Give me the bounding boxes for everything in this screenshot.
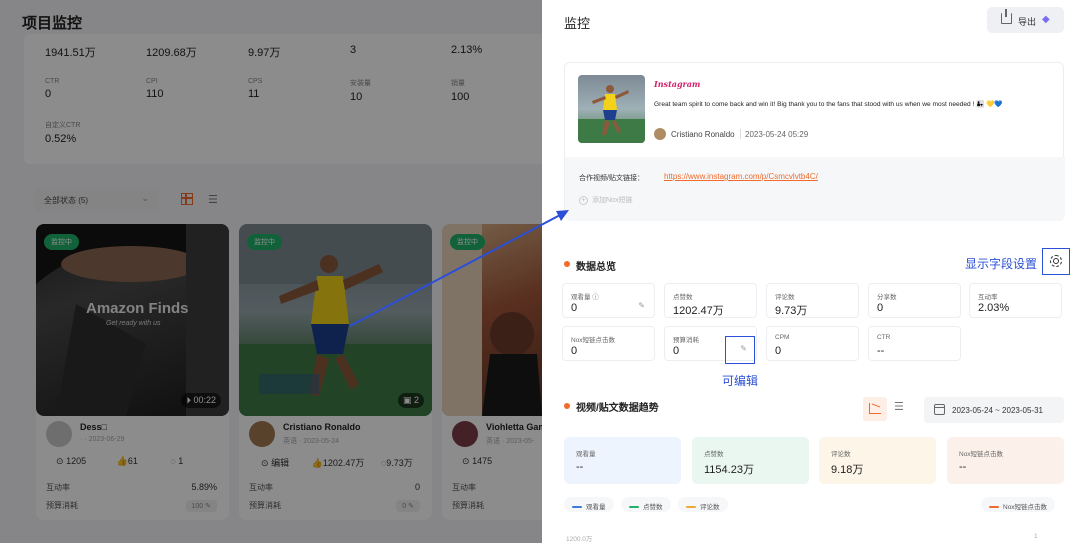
section-dot [564,261,570,267]
trend-metric-card[interactable]: 点赞数 1154.23万 [692,437,809,484]
trend-metric-card[interactable]: 观看量 -- [564,437,681,484]
metric-value: 1202.47万 [673,305,724,317]
monitor-drawer: 监控 导出 ◆ Instagram Great team spirit to c… [542,0,1080,543]
trend-value: 1154.23万 [704,464,754,476]
line-chart-icon [869,403,881,414]
metric-card: 评论数 9.73万 [766,283,859,318]
chart-view-button[interactable] [863,397,887,421]
legend-label: Nox短链点击数 [1003,504,1048,511]
metric-label: 观看量 ⓘ [571,294,599,301]
trend-metric-card[interactable]: Nox短链点击数 -- [947,437,1064,484]
add-nox-link-button[interactable]: + 添加Nox短链 [579,195,632,205]
legend-swatch [686,506,696,509]
pencil-icon[interactable]: ✎ [638,301,645,310]
trend-label: Nox短链点击数 [959,451,1004,458]
y-axis-right-label: 1 [1034,533,1038,540]
list-view-icon[interactable]: ☰ [894,400,904,413]
post-caption: Great team spirit to come back and win i… [654,101,1003,108]
legend-views[interactable]: 观看量 [564,497,614,512]
date-range-picker[interactable]: 2023-05-24 ~ 2023-05-31 [924,397,1064,423]
metric-label: CPM [775,334,790,341]
avatar [654,128,666,140]
legend-label: 点赞数 [643,504,663,511]
metric-label: 互动率 [978,294,998,301]
metric-label: 预算消耗 [673,337,699,344]
post-link-section: 合作视频/贴文链接： https://www.instagram.com/p/C… [565,157,1065,221]
metric-card: 分享数 0 [868,283,961,318]
metric-card: Nox短链点击数 0 [562,326,655,361]
trend-label: 点赞数 [704,451,724,458]
post-author[interactable]: Cristiano Ronaldo [671,130,735,139]
divider [740,129,741,139]
legend-swatch [629,506,639,509]
trend-label: 观看量 [576,451,596,458]
chart-view-toggle: ☰ [863,397,913,421]
metric-card: 互动率 2.03% [969,283,1062,318]
link-label: 合作视频/贴文链接： [579,175,644,182]
plus-icon: + [579,196,588,205]
y-axis-top-label: 1200.0万 [566,536,593,543]
metric-label: 评论数 [775,294,795,301]
metric-card[interactable]: 观看量 ⓘ 0 ✎ [562,283,655,318]
metric-label: 分享数 [877,294,897,301]
export-icon [1001,9,1012,24]
post-card: Instagram Great team spirit to come back… [564,62,1065,221]
editable-hint-label: 可编辑 [722,374,759,388]
trend-label: 评论数 [831,451,851,458]
legend-swatch [572,506,582,509]
modal-backdrop[interactable] [0,0,542,543]
trend-value: 9.18万 [831,464,864,476]
metric-card: CTR -- [868,326,961,361]
trend-title: 视频/贴文数据趋势 [576,403,659,414]
legend-label: 评论数 [700,504,720,511]
post-time: 2023-05-24 05:29 [745,130,809,139]
gear-icon [1050,255,1062,267]
metric-value: 0 [877,302,884,314]
field-settings-button[interactable] [1042,248,1070,275]
metric-label: CTR [877,334,891,341]
metric-card: CPM 0 [766,326,859,361]
export-button[interactable]: 导出 ◆ [987,7,1064,33]
drawer-title: 监控 [564,16,591,31]
trend-metric-card[interactable]: 评论数 9.18万 [819,437,936,484]
legend-swatch [989,506,999,509]
metric-label: 点赞数 [673,294,693,301]
thumbnail-illustration [578,85,645,143]
add-link-label: 添加Nox短链 [592,197,633,204]
metric-value: 0 [571,302,578,314]
metric-value: 9.73万 [775,305,808,317]
platform-logo: Instagram [654,79,701,89]
settings-hint-label: 显示字段设置 [965,257,1038,271]
metric-value: 0 [673,345,680,357]
metric-value: 0 [571,345,578,357]
legend-nox-clicks[interactable]: Nox短链点击数 [981,497,1056,512]
metric-value: 0 [775,345,782,357]
diamond-icon: ◆ [1042,14,1050,25]
legend-label: 观看量 [586,504,606,511]
export-label: 导出 [1018,17,1037,27]
trend-value: -- [959,461,967,473]
legend-likes[interactable]: 点赞数 [621,497,671,512]
metric-label: Nox短链点击数 [571,337,616,344]
metric-value: 2.03% [978,302,1010,314]
section-dot [564,403,570,409]
post-link[interactable]: https://www.instagram.com/p/Csmcvlvtb4C/ [664,172,818,181]
budget-edit-highlight[interactable] [725,336,755,364]
date-range-value: 2023-05-24 ~ 2023-05-31 [952,406,1043,415]
overview-title: 数据总览 [576,262,616,273]
calendar-icon [934,404,945,415]
metric-value: -- [877,345,885,357]
trend-value: -- [576,461,584,473]
metric-card: 点赞数 1202.47万 [664,283,757,318]
legend-comments[interactable]: 评论数 [678,497,728,512]
post-thumbnail[interactable] [578,75,645,143]
